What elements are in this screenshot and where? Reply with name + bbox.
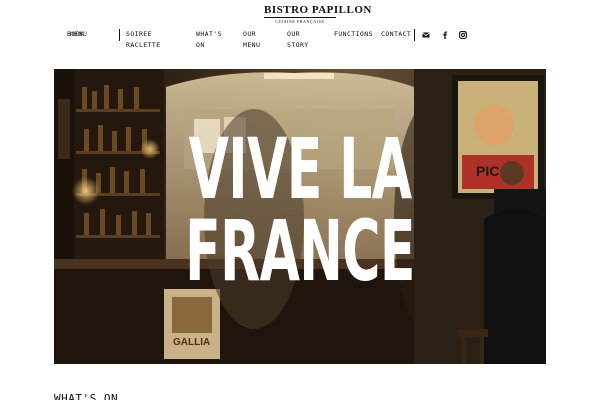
hero-headline-line-2: FRANCE: [185, 202, 415, 300]
hero-banner: PIC GALLIA VIVE LA FRANCE: [54, 69, 546, 364]
facebook-icon[interactable]: [441, 31, 449, 39]
poster-text: PIC: [476, 163, 500, 179]
nav-item-our-story[interactable]: OUR STORY: [287, 29, 309, 51]
nav-item-label: WHAT'S: [196, 30, 222, 38]
nav-item-label: MENU: [243, 41, 261, 49]
hero-headline-line-1: VIVE LA: [188, 120, 412, 218]
nav-item-label: FUNCTIONS: [334, 30, 373, 38]
nav-item-label: SOIREE: [126, 30, 152, 38]
nav-item-label: RACLETTE: [126, 41, 161, 49]
nav-item-functions[interactable]: FUNCTIONS: [334, 29, 373, 40]
nav-item-label: OUR: [287, 30, 300, 38]
instagram-icon[interactable]: [459, 31, 467, 39]
brand-tagline: CUISINE FRANÇAISE: [264, 17, 336, 24]
nav-item-soiree-raclette[interactable]: SOIREE RACLETTE: [126, 29, 161, 51]
nav-item-label: STORY: [287, 41, 309, 49]
nav-item-contact[interactable]: CONTACT: [381, 29, 411, 40]
nav-divider-left: [119, 29, 120, 41]
gallia-sign: GALLIA: [173, 337, 211, 348]
nav-divider-right: [414, 29, 415, 41]
envelope-icon[interactable]: [422, 31, 430, 39]
brand-logo[interactable]: BISTRO PAPILLON CUISINE FRANÇAISE: [264, 4, 372, 24]
nav-item-our-menu[interactable]: OUR MENU: [243, 29, 260, 51]
nav-item-label: OUR: [243, 30, 256, 38]
nav-item-label: CONTACT: [381, 30, 412, 38]
menu-toggle-button[interactable]: MENU: [70, 29, 87, 40]
nav-item-label: ON: [196, 41, 205, 49]
nav-item-whats-on[interactable]: WHAT'S ON: [196, 29, 222, 51]
brand-name: BISTRO PAPILLON: [264, 4, 372, 16]
section-title-whats-on: WHAT'S ON: [54, 392, 119, 400]
